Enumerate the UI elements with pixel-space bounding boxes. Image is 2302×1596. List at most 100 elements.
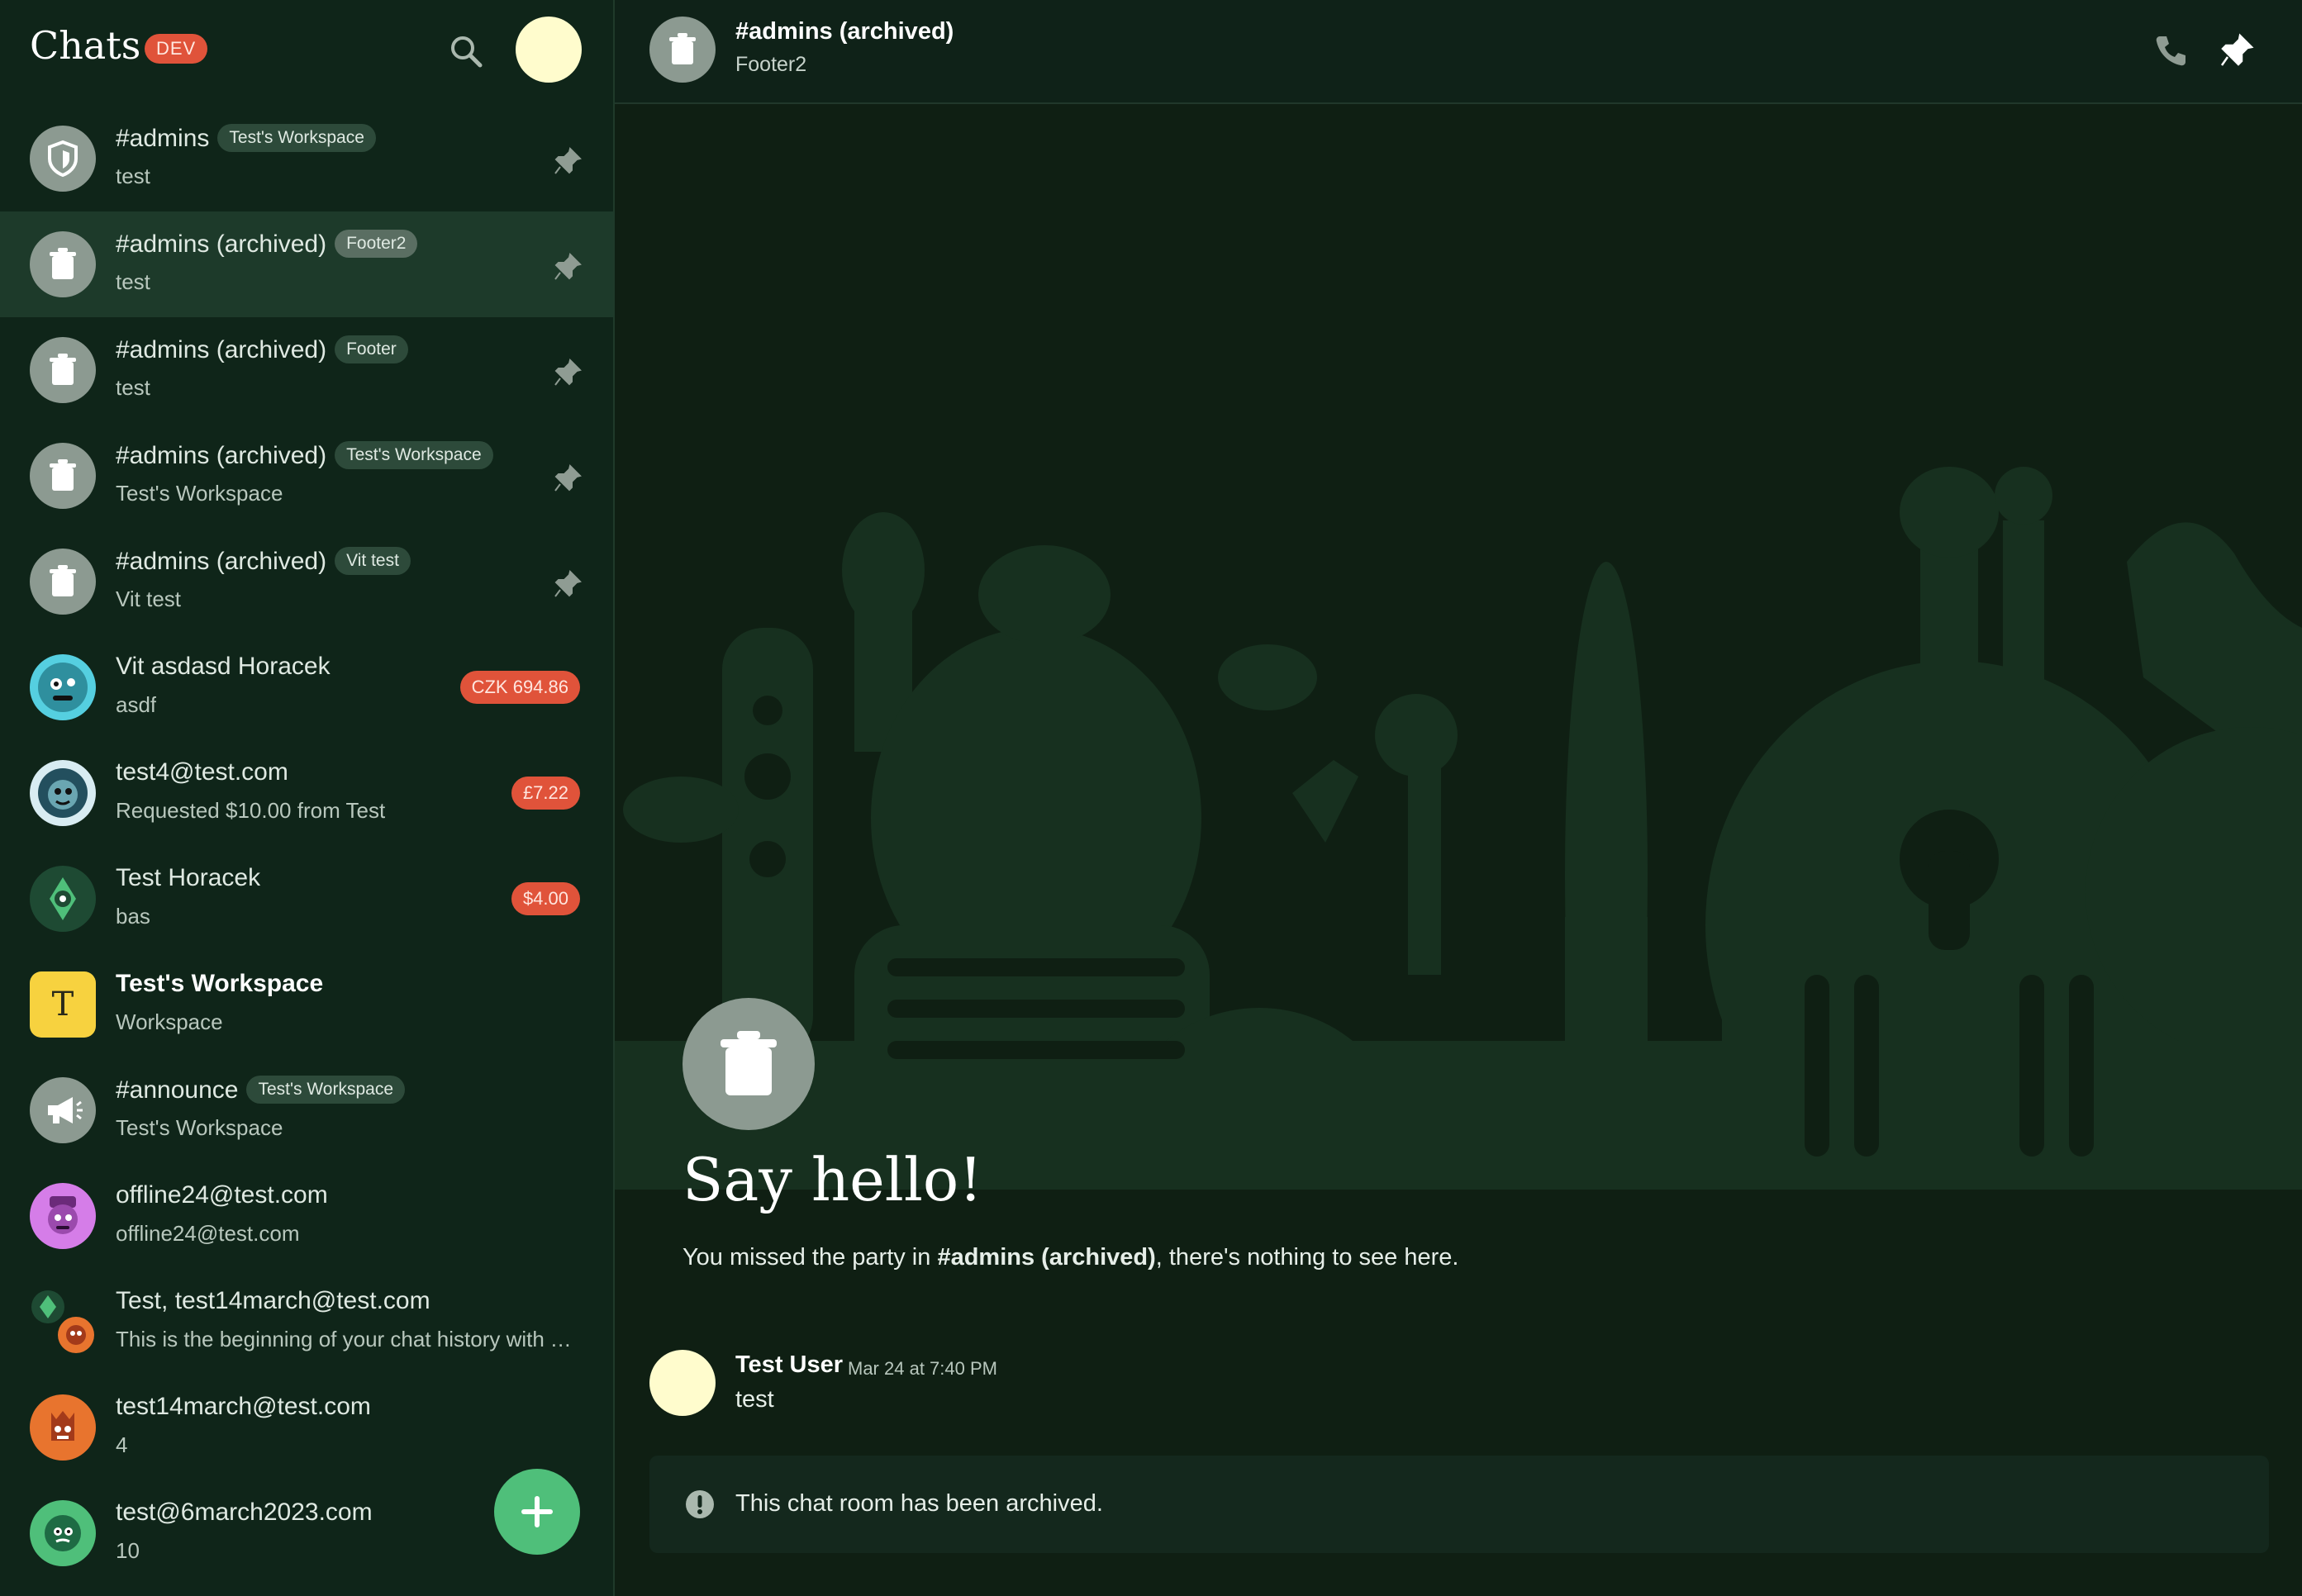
chat-preview: Requested $10.00 from Test: [116, 798, 386, 823]
chat-row-admins[interactable]: #admins Test's Workspace test: [0, 106, 613, 211]
chat-preview: test: [116, 164, 150, 188]
chat-row-test14march[interactable]: test14march@test.com 4: [0, 1375, 613, 1480]
plus-icon: [521, 1496, 553, 1527]
character-avatar: [30, 654, 96, 720]
chat-preview: This is the beginning of your chat histo…: [116, 1327, 578, 1351]
chat-preview: Workspace: [116, 1009, 223, 1034]
character-avatar: [30, 866, 96, 932]
character-avatar: [30, 1394, 96, 1461]
character-face-icon: [45, 1515, 81, 1551]
background-illustration: [615, 467, 2302, 1190]
chat-avatar: [30, 337, 96, 403]
chat-name: test4@test.com: [116, 758, 288, 786]
group-avatar-icon: [31, 1290, 94, 1353]
chat-preview: 10: [116, 1538, 140, 1563]
profile-avatar[interactable]: [516, 17, 582, 83]
chat-row-admins-archived-footer[interactable]: #admins (archived) Footer test: [0, 317, 613, 423]
chat-name: Vit asdasd Horacek: [116, 653, 331, 680]
dev-badge: DEV: [145, 34, 208, 64]
channel-avatar: [649, 17, 716, 83]
chat-row-offline24[interactable]: offline24@test.com offline24@test.com: [0, 1163, 613, 1269]
character-face-icon: [38, 768, 88, 818]
workspace-tag: Footer: [335, 335, 408, 363]
workspace-tag: Test's Workspace: [246, 1076, 405, 1104]
message-author[interactable]: Test User: [735, 1351, 843, 1379]
chat-preview: Test's Workspace: [116, 1115, 283, 1140]
chat-avatar: [30, 231, 96, 297]
archived-notice: This chat room has been archived.: [649, 1456, 2269, 1553]
trash-icon: [50, 248, 76, 279]
chat-preview: 4: [116, 1432, 128, 1457]
chat-row-vit-horacek[interactable]: Vit asdasd Horacek asdf CZK 694.86: [0, 634, 613, 740]
character-avatar: [30, 760, 96, 826]
new-chat-button[interactable]: [494, 1469, 580, 1555]
channel-title: #admins (archived): [735, 18, 954, 45]
trash-icon: [721, 1031, 777, 1095]
chat-row-admins-archived-vit[interactable]: #admins (archived) Vit test Vit test: [0, 529, 613, 634]
chat-preview: Vit test: [116, 587, 182, 611]
pin-icon[interactable]: [2218, 31, 2256, 69]
chat-row-test4[interactable]: test4@test.com Requested $10.00 from Tes…: [0, 740, 613, 846]
workspace-avatar: T: [30, 971, 96, 1038]
chat-name: test@6march2023.com: [116, 1499, 373, 1526]
chat-avatar: [30, 1077, 96, 1143]
character-avatar: [30, 1183, 96, 1249]
chat-name: #admins (archived) Footer: [116, 335, 408, 364]
hero-title: Say hello!: [683, 1145, 983, 1214]
trash-icon: [50, 565, 76, 596]
archived-channel-avatar: [683, 998, 815, 1130]
character-face-icon: [51, 1411, 74, 1441]
hero-description: You missed the party in #admins (archive…: [683, 1244, 1459, 1271]
amount-badge: CZK 694.86: [459, 671, 580, 704]
sidebar-header: Chats DEV: [0, 0, 615, 99]
chat-row-admins-archived-workspace[interactable]: #admins (archived) Test's Workspace Test'…: [0, 423, 613, 529]
search-icon[interactable]: [446, 31, 486, 71]
channel-subtitle: Footer2: [735, 53, 807, 76]
chat-sidebar: Chats DEV #admins Test's Workspace test #…: [0, 0, 615, 1596]
group-avatar: [30, 1289, 96, 1355]
chat-header: #admins (archived) Footer2: [615, 0, 2302, 104]
chat-main-panel: #admins (archived) Footer2 Say hello! Yo…: [615, 0, 2302, 1596]
chat-name: #admins Test's Workspace: [116, 124, 376, 153]
pin-icon[interactable]: [552, 568, 583, 600]
chat-preview: asdf: [116, 692, 157, 717]
character-face-icon: [50, 877, 76, 920]
trash-icon: [50, 354, 76, 385]
chat-preview: bas: [116, 904, 150, 929]
message-avatar[interactable]: [649, 1350, 716, 1416]
chat-name: Test, test14march@test.com: [116, 1287, 430, 1314]
chat-name: test14march@test.com: [116, 1393, 371, 1420]
workspace-tag: Test's Workspace: [217, 124, 376, 152]
pin-icon[interactable]: [552, 463, 583, 494]
chat-row-tests-workspace[interactable]: T Test's Workspace Workspace: [0, 952, 613, 1057]
chat-avatar: [30, 549, 96, 615]
hero-channel-name: #admins (archived): [937, 1244, 1156, 1271]
workspace-tag: Footer2: [335, 230, 418, 258]
workspace-tag: Vit test: [335, 547, 411, 575]
workspace-tag: Test's Workspace: [335, 441, 493, 469]
chat-row-announce[interactable]: #announce Test's Workspace Test's Workspa…: [0, 1057, 613, 1163]
archived-notice-text: This chat room has been archived.: [735, 1490, 1103, 1517]
chat-row-test-horacek[interactable]: Test Horacek bas $4.00: [0, 846, 613, 952]
chat-avatar: [30, 443, 96, 509]
pin-icon[interactable]: [552, 357, 583, 388]
shield-icon: [48, 140, 78, 178]
chat-name: Test's Workspace: [116, 970, 324, 997]
chat-preview: Test's Workspace: [116, 481, 283, 506]
trash-icon: [669, 33, 696, 64]
character-avatar: [30, 1500, 96, 1566]
message-timestamp: Mar 24 at 7:40 PM: [848, 1358, 997, 1379]
pin-icon[interactable]: [552, 251, 583, 283]
amount-badge: $4.00: [511, 882, 580, 915]
chat-name: offline24@test.com: [116, 1181, 328, 1209]
workspace-letter: T: [51, 986, 74, 1024]
pin-icon[interactable]: [552, 145, 583, 177]
trash-icon: [50, 459, 76, 491]
chat-row-group[interactable]: Test, test14march@test.com This is the b…: [0, 1269, 613, 1375]
phone-icon[interactable]: [2152, 31, 2190, 69]
chat-avatar: [30, 126, 96, 192]
chat-row-admins-archived-footer2[interactable]: #admins (archived) Footer2 test: [0, 211, 613, 317]
message-text: test: [735, 1386, 774, 1413]
robot-face-icon: [38, 663, 88, 712]
exclamation-icon: [686, 1490, 714, 1518]
